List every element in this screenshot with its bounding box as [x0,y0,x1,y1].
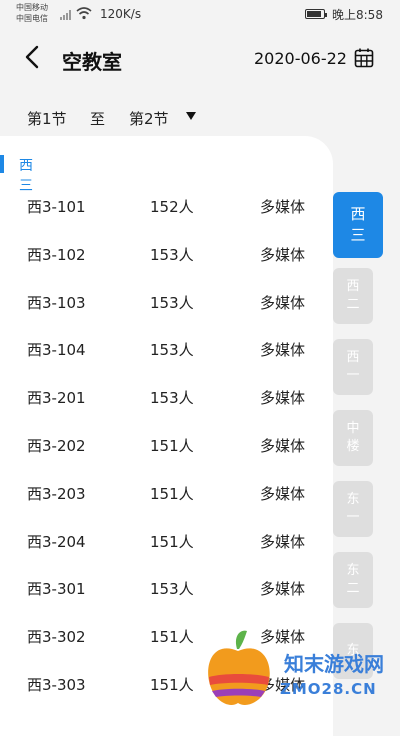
battery-icon [305,9,327,19]
room-name: 西3-104 [27,341,86,360]
building-tab-char: 西 [346,350,360,365]
chevron-left-icon[interactable] [22,44,44,70]
carrier-2: 中国电信 [16,14,48,23]
room-row[interactable]: 西3-103 153人 多媒体 [0,278,333,326]
battery-fill [307,11,321,17]
building-tab-char: 东 [346,563,360,578]
building-tab[interactable]: 西一 [333,339,373,395]
room-name: 西3-301 [27,580,86,599]
building-tab-char: 二 [346,297,360,312]
date-selector[interactable]: 2020-06-22 [254,49,347,68]
room-row[interactable]: 西3-104 153人 多媒体 [0,325,333,373]
room-row[interactable]: 西3-101 152人 多媒体 [0,182,333,230]
page-title: 空教室 [62,50,122,74]
room-capacity: 153人 [150,580,194,599]
to-label: 至 [90,110,106,128]
end-period[interactable]: 第2节 [129,108,169,129]
room-row[interactable]: 西3-301 153人 多媒体 [0,564,333,612]
room-capacity: 151人 [150,628,194,647]
room-type: 多媒体 [260,245,306,264]
building-tab[interactable]: 东二 [333,552,373,608]
room-name: 西3-201 [27,389,86,408]
building-tab[interactable]: 西二 [333,268,373,324]
room-capacity: 153人 [150,245,194,264]
building-tab-char: 东 [346,492,360,507]
section-accent-bar [0,155,4,173]
carrier-info: 中国移动 中国电信 [16,2,48,24]
building-tab[interactable]: 西三 [333,192,383,258]
room-type: 多媒体 [260,341,306,360]
wifi-icon [76,7,92,20]
net-speed: 120K/s [100,7,142,21]
room-name: 西3-303 [27,675,86,694]
room-capacity: 151人 [150,436,194,455]
room-row[interactable]: 西3-201 153人 多媒体 [0,373,333,421]
room-row[interactable]: 西3-202 151人 多媒体 [0,421,333,469]
triangle-down-icon[interactable] [186,112,196,120]
period-filter: 第1节 至 第2节 [0,100,400,136]
building-tabs: 西三西二西一中楼东一东二东 [333,192,383,694]
watermark-logo [208,630,270,705]
room-name: 西3-103 [27,293,86,312]
room-capacity: 151人 [150,532,194,551]
room-type: 多媒体 [260,532,306,551]
room-type: 多媒体 [260,436,306,455]
building-tab-char: 中 [346,421,360,436]
room-row[interactable]: 西3-102 153人 多媒体 [0,230,333,278]
carrier-1: 中国移动 [16,3,48,12]
signal-icon [60,10,71,20]
room-type: 多媒体 [260,198,306,216]
classroom-list-card: 西三 西3-101 152人 多媒体 西3-102 153人 多媒体 西3-103 153人多… [0,136,333,736]
room-capacity: 153人 [150,341,194,360]
room-row[interactable]: 西3-204 151人 多媒体 [0,517,333,565]
building-tab-char: 西 [350,205,366,223]
building-tab-char: 三 [350,226,366,244]
room-list[interactable]: 西3-101 152人 多媒体 西3-102 153人 多媒体 西3-103 153人 多媒体西… [0,182,333,708]
room-capacity: 151人 [150,675,194,694]
room-name: 西3-204 [27,532,86,551]
building-tab-char: 西 [346,279,360,294]
status-bar: 中国移动 中国电信 120K/s 晚上8:58 [0,0,400,28]
building-tab-char: 一 [346,368,360,383]
top-bar: 空教室 2020-06-22 [0,30,400,86]
room-type: 多媒体 [260,580,306,599]
building-tab[interactable]: 中楼 [333,410,373,466]
watermark-url: ZMO28.CN [280,680,377,698]
room-capacity: 153人 [150,389,194,408]
room-capacity: 153人 [150,293,194,312]
room-name: 西3-101 [27,198,86,216]
room-capacity: 152人 [150,198,194,216]
room-name: 西3-102 [27,245,86,264]
room-capacity: 151人 [150,484,194,503]
calendar-icon[interactable] [354,48,374,68]
start-period[interactable]: 第1节 [27,108,67,129]
watermark-text: 知末游戏网 [284,652,384,676]
room-type: 多媒体 [260,389,306,408]
room-type: 多媒体 [260,293,306,312]
building-tab-char: 一 [346,510,360,525]
clock: 晚上8:58 [332,8,383,22]
room-name: 西3-202 [27,436,86,455]
building-tab[interactable]: 东一 [333,481,373,537]
room-name: 西3-302 [27,628,86,647]
building-tab-char: 楼 [346,439,360,454]
room-type: 多媒体 [260,484,306,503]
room-row[interactable]: 西3-203 151人 多媒体 [0,469,333,517]
room-name: 西3-203 [27,484,86,503]
building-tab-char: 二 [346,581,360,596]
